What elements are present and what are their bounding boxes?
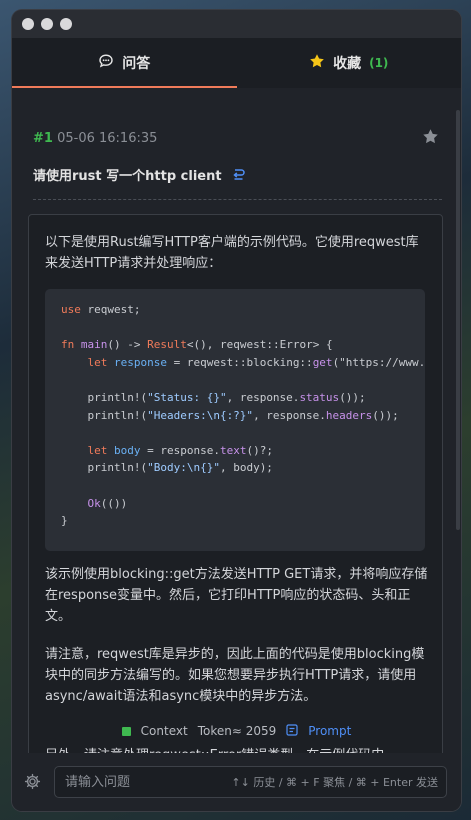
- tab-qa[interactable]: 问答: [12, 38, 237, 88]
- scrollbar[interactable]: [456, 110, 460, 530]
- question-label: 请使用rust 写一个http client: [33, 169, 222, 184]
- prompt-icon: [286, 723, 298, 739]
- tab-bar: 问答 收藏 (1): [12, 38, 461, 88]
- reuse-question-icon[interactable]: [232, 168, 245, 185]
- prompt-link[interactable]: Prompt: [308, 724, 351, 738]
- minimize-window-button[interactable]: [41, 18, 53, 30]
- answer-intro: 以下是使用Rust编写HTTP客户端的示例代码。它使用reqwest库来发送HT…: [45, 235, 419, 271]
- code-block[interactable]: use reqwest; fn main() -> Result<(), req…: [45, 289, 425, 551]
- chat-icon: [98, 53, 114, 73]
- answer-paragraph-2: 请注意，reqwest库是异步的，因此上面的代码是使用blocking模块中的同…: [45, 647, 425, 704]
- entry-timestamp: 05-06 16:16:35: [57, 131, 158, 146]
- star-icon: [309, 53, 325, 73]
- tab-favorites-label: 收藏: [333, 56, 362, 72]
- tab-qa-label: 问答: [122, 56, 151, 72]
- tab-favorites[interactable]: 收藏 (1): [237, 38, 462, 88]
- question-text: 请使用rust 写一个http client: [33, 165, 245, 185]
- entry-meta: #1 05-06 16:16:35: [33, 131, 157, 146]
- close-window-button[interactable]: [22, 18, 34, 30]
- answer-paragraph-3: 另外，请注意处理reqwest::Error错误类型。在示例代码中，: [45, 745, 428, 753]
- gear-icon[interactable]: [24, 773, 41, 794]
- entry-index: #1: [33, 131, 53, 146]
- token-count: Token≈ 2059: [197, 724, 277, 738]
- zoom-window-button[interactable]: [60, 18, 72, 30]
- context-indicator-icon: [121, 726, 131, 736]
- app-window: 问答 收藏 (1) #1 05-06 16:16:35 请使用rust 写一个h…: [12, 10, 461, 811]
- status-row: Context Token≈ 2059 Prompt: [12, 723, 461, 739]
- answer-card: 以下是使用Rust编写HTTP客户端的示例代码。它使用reqwest库来发送HT…: [28, 214, 443, 753]
- question-input-box[interactable]: ↑↓ 历史 / ⌘ + F 聚焦 / ⌘ + Enter 发送: [54, 766, 447, 798]
- conversation-area[interactable]: #1 05-06 16:16:35 请使用rust 写一个http client…: [12, 88, 461, 753]
- question-divider: [33, 199, 442, 200]
- shortcut-hint: ↑↓ 历史 / ⌘ + F 聚焦 / ⌘ + Enter 发送: [231, 776, 438, 789]
- context-label[interactable]: Context: [141, 724, 188, 738]
- title-bar: [12, 10, 461, 38]
- favorites-count: (1): [369, 56, 389, 70]
- code-text: use reqwest; fn main() -> Result<(), req…: [61, 303, 425, 528]
- favorite-star-icon[interactable]: [422, 128, 439, 149]
- input-bar: ↑↓ 历史 / ⌘ + F 聚焦 / ⌘ + Enter 发送: [12, 753, 461, 811]
- question-input[interactable]: [63, 773, 217, 791]
- answer-paragraph-1: 该示例使用blocking::get方法发送HTTP GET请求，并将响应存储在…: [45, 567, 428, 624]
